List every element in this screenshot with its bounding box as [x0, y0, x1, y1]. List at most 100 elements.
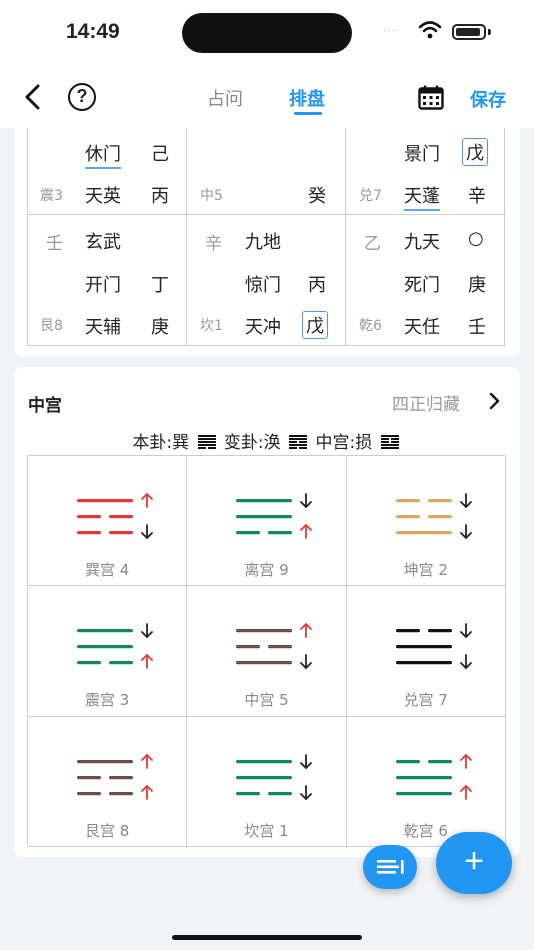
arrow-down-icon: [459, 623, 472, 639]
arrow-up-icon: [141, 784, 153, 800]
star-stem: 庚: [151, 317, 169, 338]
back-icon[interactable]: [20, 82, 46, 112]
star-stem: 辛: [468, 186, 486, 207]
palace-number: 中5: [200, 188, 223, 204]
trigram-icon: [77, 623, 153, 670]
yang-line: [77, 499, 133, 503]
arrow-up-icon: [459, 784, 472, 800]
arrow-up-icon: [141, 753, 153, 769]
star-label: 天冲: [245, 317, 281, 338]
palace-cell-qian6[interactable]: 乙 九天 ○ 死门 庚 乾6 天任 壬: [346, 215, 506, 346]
yin-line: [395, 515, 420, 519]
door-label: 景门: [404, 144, 440, 165]
active-tab-indicator: [294, 112, 322, 115]
trigram-palace-cell[interactable]: 艮宫 8: [28, 716, 188, 847]
door-stem: 丁: [151, 275, 169, 296]
yang-line: [236, 499, 293, 503]
star-stem-boxed: 戊: [302, 311, 328, 339]
trigram-palace-cell[interactable]: 巽宫 4: [28, 456, 188, 587]
palace-name: 坎宫 1: [244, 821, 289, 840]
star-stem: 丙: [151, 186, 169, 207]
trigram-palace-cell[interactable]: 乾宫 6: [346, 716, 506, 847]
yang-line: [395, 645, 452, 649]
hexagram-icon: [380, 435, 399, 449]
sizheng-guicang-link[interactable]: 四正归藏: [392, 390, 460, 415]
palace-cell-gen8[interactable]: 壬 玄武 开门 丁 艮8 天辅 庚: [28, 215, 187, 346]
palace-cell-dui7[interactable]: 景门 戊 兑7 天蓬 辛: [346, 128, 506, 215]
list-fab-button[interactable]: [363, 845, 417, 889]
calendar-icon[interactable]: [418, 85, 444, 110]
palace-name: 震宫 3: [84, 691, 130, 710]
add-fab-button[interactable]: +: [436, 832, 512, 894]
hidden-stem: 壬: [46, 234, 63, 254]
arrow-down-icon: [300, 493, 313, 508]
gua-summary: 本卦:巽 变卦:涣 中宫:损: [14, 428, 520, 453]
save-button[interactable]: 保存: [470, 86, 506, 112]
door-label: 休门: [85, 140, 121, 169]
yang-line: [395, 661, 452, 665]
wifi-icon: [418, 21, 442, 39]
tab-paipan[interactable]: 排盘: [289, 85, 325, 111]
star-label: 天任: [404, 317, 440, 338]
stem-label: 癸: [308, 186, 326, 207]
dynamic-island: [182, 13, 352, 53]
door-label: 死门: [404, 275, 440, 296]
trigram-icon: [236, 623, 313, 670]
section-title: 中宫: [28, 396, 62, 416]
yang-line: [236, 629, 293, 633]
yin-line: [77, 661, 101, 665]
hexagram-icon: [197, 435, 216, 449]
palace-number: 坎1: [200, 318, 223, 334]
trigram-palace-cell[interactable]: 兑宫 7: [346, 586, 506, 717]
yin-line: [109, 531, 133, 535]
yin-line: [427, 759, 452, 763]
trigram-icon: [236, 753, 313, 800]
yin-line: [109, 515, 133, 519]
trigram-icon: [395, 623, 472, 670]
trigram-palace-cell[interactable]: 离宫 9: [187, 456, 347, 587]
palace-name: 兑宫 7: [403, 691, 448, 710]
arrow-up-icon: [300, 623, 313, 639]
yin-line: [236, 645, 261, 649]
yang-line: [395, 531, 452, 535]
yang-line: [395, 791, 452, 795]
trigram-icon: [395, 753, 472, 800]
yin-line: [77, 791, 101, 795]
arrow-up-icon: [141, 493, 153, 508]
palace-cell-zhong5[interactable]: 中5 癸: [187, 128, 346, 215]
palace-cell-zhen3[interactable]: 休门 己 震3 天英 丙: [28, 128, 187, 215]
yin-line: [268, 531, 293, 535]
yang-line: [77, 759, 133, 763]
yin-line: [109, 661, 133, 665]
trigram-palace-cell[interactable]: 震宫 3: [28, 586, 188, 717]
ben-gua: 本卦:巽: [132, 433, 190, 453]
list-icon: [377, 860, 404, 874]
status-time: 14:49: [66, 20, 120, 43]
yin-line: [395, 499, 420, 503]
hidden-stem: 辛: [205, 234, 222, 254]
zhonggong-card: 中宫 四正归藏 本卦:巽 变卦:涣 中宫:损 巽宫 4 离宫 9 坤宫 2 震宫 3 中…: [14, 367, 520, 857]
help-icon[interactable]: ?: [68, 83, 96, 111]
arrow-up-icon: [459, 753, 472, 769]
palace-name: 坤宫 2: [403, 561, 448, 579]
star-stem: 壬: [468, 317, 486, 338]
trigram-palace-cell[interactable]: 中宫 5: [187, 586, 347, 717]
palace-cell-kan1[interactable]: 辛 九地 惊门 丙 坎1 天冲 戊: [187, 215, 346, 346]
arrow-down-icon: [141, 524, 153, 539]
tab-zhanwen[interactable]: 占问: [207, 85, 243, 111]
yin-line: [236, 791, 261, 795]
palace-name: 中宫 5: [244, 691, 289, 710]
yin-line: [77, 531, 101, 535]
trigram-palace-cell[interactable]: 坤宫 2: [346, 456, 506, 587]
yin-line: [268, 645, 293, 649]
star-label: 天英: [85, 186, 121, 207]
circle-mark: ○: [468, 228, 484, 249]
arrow-up-icon: [300, 524, 313, 539]
palace-number: 震3: [40, 188, 63, 204]
chevron-right-icon[interactable]: [488, 391, 502, 411]
yang-line: [77, 629, 133, 633]
trigram-palace-cell[interactable]: 坎宫 1: [187, 716, 347, 847]
god-label: 九天: [404, 232, 440, 253]
door-stem: 丙: [308, 275, 326, 296]
yin-line: [77, 515, 101, 519]
